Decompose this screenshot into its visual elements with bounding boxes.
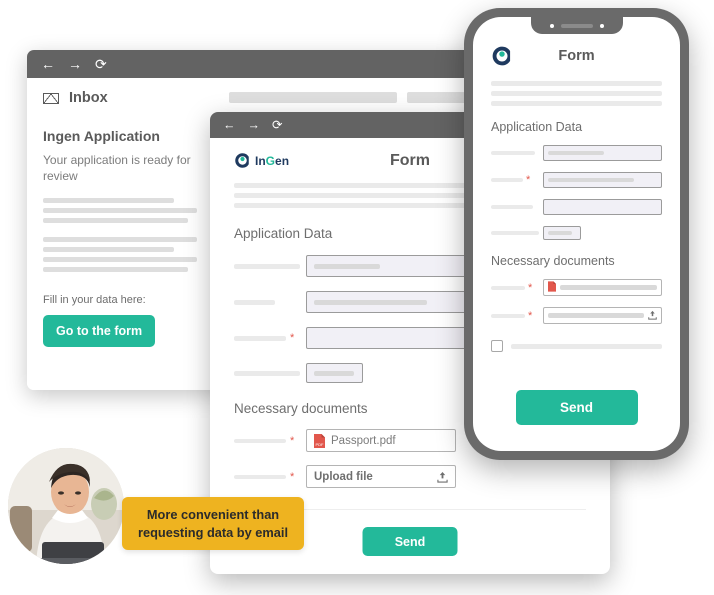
upload-file-label: Upload file	[314, 470, 373, 483]
message-preview: Your application is ready for review	[43, 153, 191, 184]
phone-page-title: Form	[558, 48, 595, 64]
phone-mockup: Form Application Data * Necessary docume…	[464, 8, 689, 460]
sensor-dot-icon	[599, 23, 604, 28]
send-button[interactable]: Send	[362, 527, 458, 556]
text-input-small[interactable]	[306, 363, 363, 383]
phone-notch	[530, 17, 623, 34]
message-body-block-2	[43, 237, 205, 273]
text-input[interactable]	[543, 172, 662, 188]
field-label	[234, 263, 306, 269]
upload-file-button[interactable]: Upload file	[306, 465, 456, 488]
avatar	[8, 448, 124, 564]
field-label	[491, 151, 543, 155]
phone-form-header: Form	[491, 43, 662, 69]
ingen-logo-text: InGen	[255, 153, 290, 168]
required-asterisk: *	[290, 470, 295, 483]
text-input-small[interactable]	[543, 226, 581, 240]
phone-header-skeleton	[491, 81, 662, 106]
screenshot-stage: ← → ⟳ Inbox Ingen Application Your appli…	[0, 0, 714, 595]
text-input[interactable]	[543, 145, 662, 161]
phone-field-row	[491, 145, 662, 161]
attached-file-field[interactable]: PDF Passport.pdf	[306, 429, 456, 452]
attached-file-field[interactable]	[543, 279, 662, 296]
phone-application-data-heading: Application Data	[491, 120, 583, 134]
phone-field-row	[491, 226, 662, 240]
reload-icon[interactable]: ⟳	[95, 57, 107, 71]
inbox-title: Inbox	[69, 90, 108, 106]
camera-dot-icon	[549, 23, 554, 28]
tooltip-callout: More convenient than requesting data by …	[122, 497, 304, 551]
inbox-message-pane: Ingen Application Your application is re…	[27, 116, 221, 390]
message-body-block-1	[43, 198, 205, 224]
document-label-required: *	[234, 470, 306, 483]
document-label-required: *	[491, 281, 543, 294]
pdf-file-icon: PDF	[314, 433, 325, 448]
reload-icon[interactable]: ⟳	[272, 119, 282, 132]
phone-form-content: Form Application Data * Necessary docume…	[473, 17, 680, 352]
required-asterisk: *	[528, 309, 533, 322]
fill-data-label: Fill in your data here:	[43, 294, 146, 307]
field-label	[234, 299, 306, 305]
phone-field-row	[491, 199, 662, 215]
upload-icon	[437, 471, 448, 483]
upload-icon	[648, 307, 657, 325]
message-subject: Ingen Application	[43, 128, 160, 144]
attached-file-name: Passport.pdf	[331, 434, 396, 447]
field-label	[491, 231, 543, 235]
inbox-search-placeholders	[229, 92, 475, 103]
go-to-form-button[interactable]: Go to the form	[43, 315, 156, 348]
upload-file-button[interactable]	[543, 307, 662, 324]
ingen-c-mark-icon	[234, 152, 251, 169]
required-asterisk: *	[290, 332, 295, 344]
phone-document-row: *	[491, 307, 662, 324]
speaker-grill-icon	[560, 23, 593, 28]
text-input[interactable]	[543, 199, 662, 215]
field-label	[491, 205, 543, 209]
envelope-icon	[43, 92, 59, 104]
consent-label-skeleton	[511, 343, 662, 349]
field-label-required: *	[234, 332, 306, 344]
phone-necessary-documents-heading: Necessary documents	[491, 254, 615, 268]
field-label	[234, 370, 306, 376]
phone-screen: Form Application Data * Necessary docume…	[473, 17, 680, 451]
svg-text:PDF: PDF	[316, 442, 325, 447]
required-asterisk: *	[526, 174, 531, 186]
forward-arrow-icon[interactable]: →	[68, 57, 82, 71]
phone-consent-row	[491, 340, 662, 352]
phone-field-row: *	[491, 172, 662, 188]
required-asterisk: *	[528, 281, 533, 294]
forward-arrow-icon[interactable]: →	[248, 119, 261, 132]
inbox-search-bar[interactable]	[229, 92, 397, 103]
field-label-required: *	[491, 174, 543, 186]
pdf-file-icon	[548, 279, 556, 297]
required-asterisk: *	[290, 434, 295, 447]
phone-document-row: *	[491, 279, 662, 296]
back-arrow-icon[interactable]: ←	[41, 57, 55, 71]
ingen-logo: InGen	[234, 152, 289, 169]
document-row: * Upload file	[234, 465, 586, 488]
back-arrow-icon[interactable]: ←	[223, 119, 236, 132]
consent-checkbox[interactable]	[491, 340, 503, 352]
document-label-required: *	[491, 309, 543, 322]
document-label-required: *	[234, 434, 306, 447]
phone-send-button[interactable]: Send	[515, 390, 638, 425]
inbox-browser-toolbar: ← → ⟳	[27, 50, 487, 78]
